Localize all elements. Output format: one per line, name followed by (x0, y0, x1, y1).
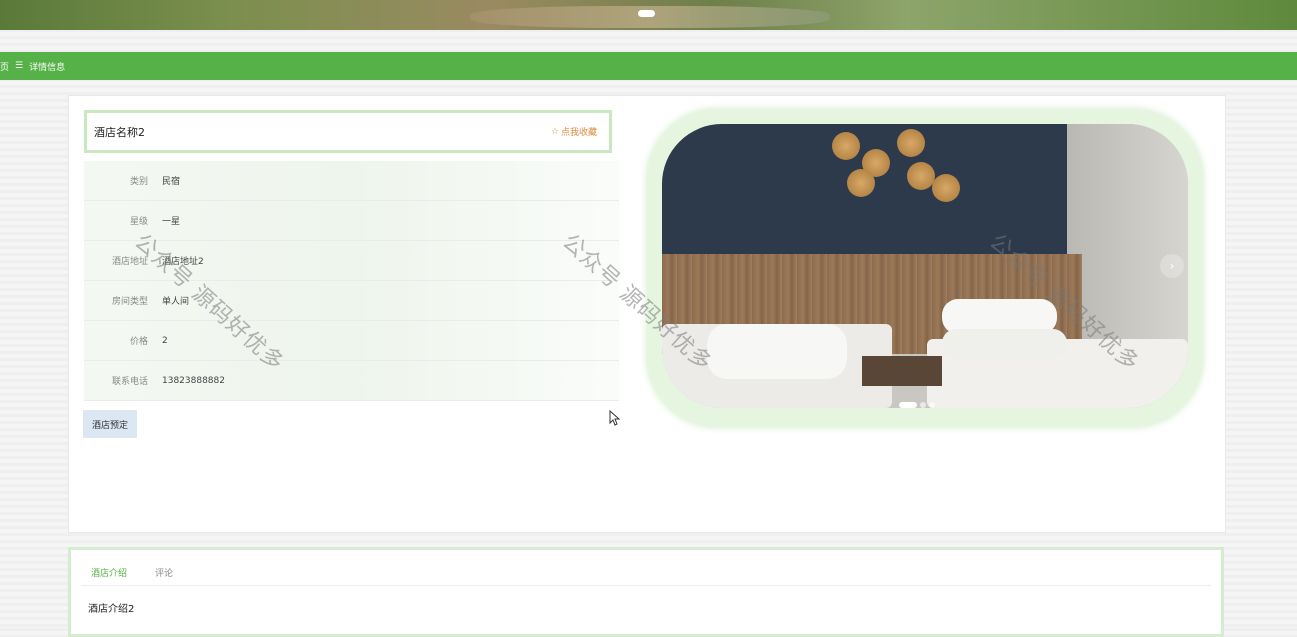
image-carousel: › (647, 109, 1203, 427)
breadcrumb-current: 详情信息 (29, 62, 66, 73)
info-row-price: 价格 2 (84, 321, 619, 361)
info-row-room-type: 房间类型 单人间 (84, 281, 619, 321)
info-value: 一星 (162, 217, 181, 227)
tab-bar: 酒店介绍 评论 (91, 566, 173, 579)
breadcrumb: 页 ☰ 详情信息 (0, 52, 1297, 80)
carousel-next-button[interactable]: › (1160, 254, 1184, 278)
favorite-button[interactable]: ☆ 点我收藏 (550, 125, 597, 139)
banner-indicator[interactable] (638, 10, 655, 17)
breadcrumb-home[interactable]: 页 (0, 60, 9, 73)
book-hotel-button[interactable]: 酒店预定 (83, 410, 137, 438)
carousel-indicators (899, 402, 935, 408)
info-label: 联系电话 (111, 377, 148, 387)
info-row-phone: 联系电话 13823888882 (84, 361, 619, 401)
top-banner (0, 0, 1297, 30)
info-row-category: 类别 民宿 (84, 161, 619, 201)
tab-divider (81, 585, 1211, 586)
info-value: 民宿 (162, 177, 181, 187)
tab-comments[interactable]: 评论 (155, 566, 173, 579)
star-icon: ☆ (550, 126, 559, 137)
tabs-panel: 酒店介绍 评论 酒店介绍2 (68, 547, 1224, 637)
info-value: 2 (162, 335, 168, 346)
favorite-label: 点我收藏 (560, 128, 597, 138)
tab-hotel-intro[interactable]: 酒店介绍 (91, 566, 127, 579)
info-label: 星级 (129, 217, 148, 227)
menu-icon: ☰ (15, 61, 24, 71)
hotel-name-box: 酒店名称2 ☆ 点我收藏 (84, 110, 612, 153)
room-photo: › (662, 124, 1188, 408)
chevron-right-icon: › (1169, 259, 1175, 273)
hotel-name: 酒店名称2 (94, 125, 145, 139)
mouse-cursor-icon (609, 410, 621, 426)
hotel-intro-text: 酒店介绍2 (88, 604, 135, 615)
carousel-dot[interactable] (929, 402, 935, 408)
info-label: 价格 (129, 337, 148, 347)
info-label: 类别 (129, 177, 148, 187)
carousel-dot[interactable] (920, 402, 926, 408)
info-row-stars: 星级 一星 (84, 201, 619, 241)
info-label: 房间类型 (111, 297, 148, 307)
carousel-dot[interactable] (899, 402, 917, 408)
info-value: 13823888882 (162, 375, 225, 386)
